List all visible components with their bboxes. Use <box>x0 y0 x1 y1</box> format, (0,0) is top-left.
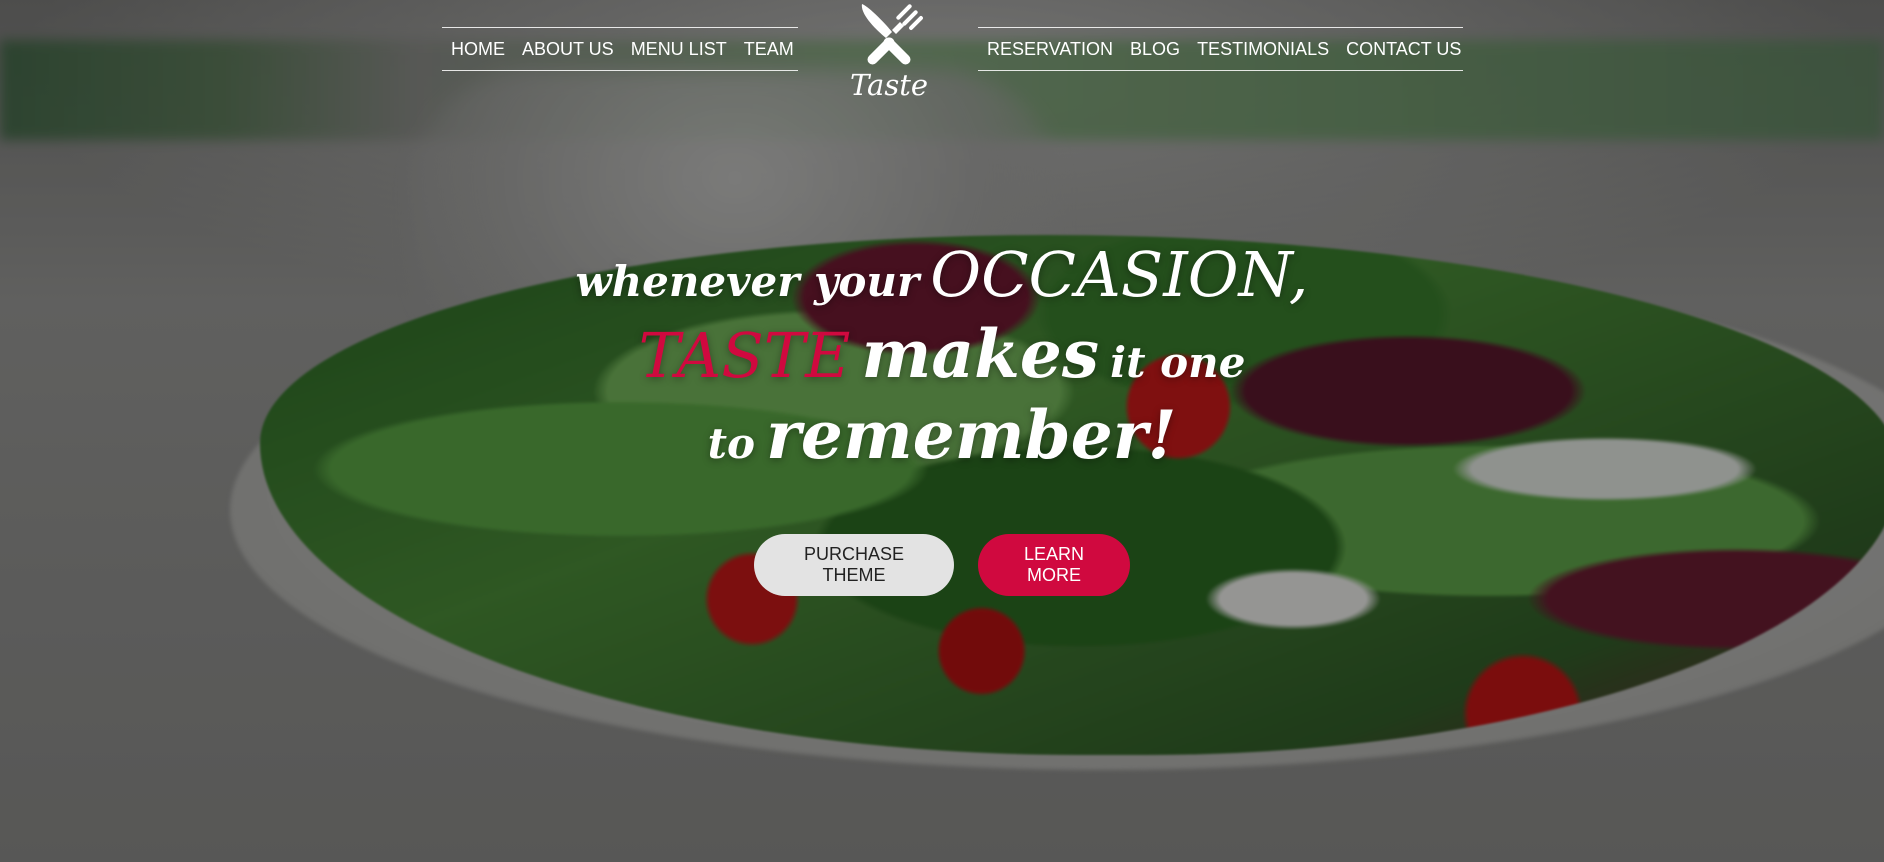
purchase-theme-button[interactable]: PURCHASE THEME <box>754 534 954 596</box>
headline-taste-accent: TASTE <box>638 319 851 392</box>
headline-occasion: OCCASION, <box>930 238 1309 311</box>
nav-link-reservation[interactable]: RESERVATION <box>987 39 1113 60</box>
main-navigation: HOME ABOUT US MENU LIST TEAM Taste RESER… <box>0 0 1884 110</box>
nav-right-group: RESERVATION BLOG TESTIMONIALS CONTACT US <box>978 27 1463 71</box>
nav-link-menu-list[interactable]: MENU LIST <box>631 39 727 60</box>
logo-text: Taste <box>849 68 929 102</box>
nav-link-home[interactable]: HOME <box>451 39 505 60</box>
headline-line-1: whenever your OCCASION, <box>0 236 1884 314</box>
headline-line-3: to remember! <box>0 394 1884 476</box>
headline-to: to <box>707 419 755 468</box>
nav-link-contact-us[interactable]: CONTACT US <box>1346 39 1461 60</box>
learn-more-button[interactable]: LEARN MORE <box>978 534 1130 596</box>
nav-left-group: HOME ABOUT US MENU LIST TEAM <box>442 27 798 71</box>
headline-it-one: it one <box>1110 338 1246 387</box>
hero-headline: whenever your OCCASION, TASTE makes it o… <box>0 236 1884 476</box>
nav-link-testimonials[interactable]: TESTIMONIALS <box>1197 39 1329 60</box>
crossed-knife-fork-icon <box>861 4 923 65</box>
headline-whenever-your: whenever your <box>575 257 920 306</box>
headline-line-2: TASTE makes it one <box>0 314 1884 394</box>
nav-link-about-us[interactable]: ABOUT US <box>522 39 614 60</box>
hero-actions: PURCHASE THEME LEARN MORE <box>0 534 1884 596</box>
headline-makes: makes <box>861 315 1100 393</box>
nav-link-blog[interactable]: BLOG <box>1130 39 1180 60</box>
nav-link-team[interactable]: TEAM <box>744 39 794 60</box>
hero-section: HOME ABOUT US MENU LIST TEAM Taste RESER… <box>0 0 1884 862</box>
headline-remember: remember! <box>766 396 1177 474</box>
site-logo[interactable]: Taste <box>846 0 932 106</box>
